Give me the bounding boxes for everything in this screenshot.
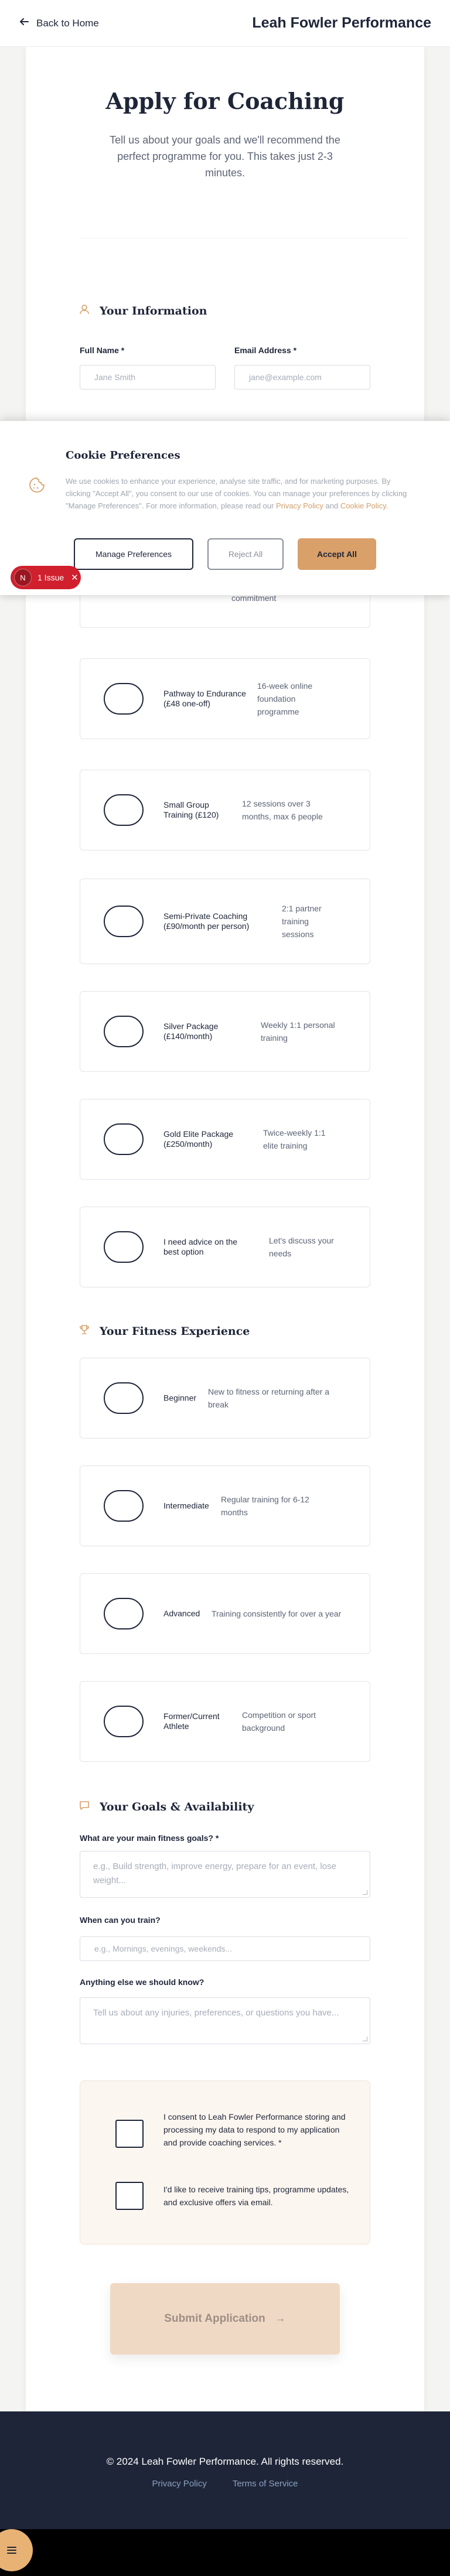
user-icon (79, 303, 90, 318)
programme-option[interactable]: Silver Package (£140/month) Weekly 1:1 p… (80, 991, 370, 1072)
programme-option[interactable]: Gold Elite Package (£250/month) Twice-we… (80, 1099, 370, 1180)
experience-name: Advanced (163, 1608, 200, 1618)
programme-desc: Weekly 1:1 personal training (261, 1020, 335, 1043)
section-your-information: Your Information (79, 303, 207, 318)
section-title-text: Your Goals & Availability (100, 1800, 254, 1813)
programme-name: Silver Package (£140/month) (163, 1021, 219, 1041)
cookie-body: We use cookies to enhance your experienc… (66, 475, 417, 512)
programme-desc: 16-week online foundation programme (257, 681, 313, 716)
data-consent-text: I consent to Leah Fowler Performance sto… (163, 2112, 346, 2147)
cookie-body-period: . (386, 501, 388, 510)
experience-desc: Training consistently for over a year (212, 1609, 342, 1618)
footer-links: Privacy Policy Terms of Service (0, 2479, 450, 2489)
issues-badge[interactable]: N 1 Issue ✕ (11, 566, 81, 589)
submit-label: Submit Application (164, 2312, 265, 2325)
cookie-body-and: and (323, 501, 340, 510)
experience-desc: Competition or sport background (242, 1710, 316, 1733)
chat-bubble-icon (79, 1799, 90, 1814)
email-input[interactable]: jane@example.com (234, 365, 370, 390)
trophy-icon (79, 1324, 90, 1338)
experience-radio[interactable] (104, 1598, 144, 1629)
programme-name: Pathway to Endurance (£48 one-off) (163, 689, 246, 708)
goals-textarea[interactable]: e.g., Build strength, improve energy, pr… (80, 1851, 370, 1898)
marketing-consent-checkbox[interactable] (115, 2182, 144, 2210)
arrow-right-icon: → (274, 2312, 286, 2325)
cookie-policy-link[interactable]: Cookie Policy (340, 501, 386, 510)
programme-option[interactable]: Pathway to Endurance (£48 one-off) 16-we… (80, 658, 370, 739)
data-consent-checkbox[interactable] (115, 2120, 144, 2148)
page-title: Apply for Coaching (105, 88, 345, 114)
top-nav: Back to Home Leah Fowler Performance (0, 0, 450, 47)
programme-name: Small Group Training (£120) (163, 800, 219, 819)
goals-placeholder: e.g., Build strength, improve energy, pr… (93, 1861, 336, 1885)
train-label: When can you train? (80, 1915, 161, 1925)
else-textarea[interactable]: Tell us about any injuries, preferences,… (80, 1997, 370, 2044)
resize-grip-icon[interactable] (363, 2037, 367, 2041)
page-intro: Tell us about your goals and we'll recom… (110, 134, 340, 179)
programme-radio[interactable] (104, 1231, 144, 1263)
full-name-input[interactable]: Jane Smith (80, 365, 216, 390)
back-to-home-link[interactable]: Back to Home (19, 16, 99, 30)
programme-radio[interactable] (104, 1123, 144, 1155)
next-logo-icon: N (14, 569, 32, 586)
cookie-icon (28, 476, 46, 494)
full-name-label: Full Name * (80, 346, 125, 355)
experience-radio[interactable] (104, 1706, 144, 1737)
programme-name: Semi-Private Coaching (£90/month per per… (163, 911, 250, 931)
experience-name: Former/Current Athlete (163, 1711, 220, 1731)
experience-name: Intermediate (163, 1501, 209, 1511)
programme-option[interactable]: Small Group Training (£120) 12 sessions … (80, 770, 370, 850)
programme-radio[interactable] (104, 794, 144, 826)
section-goals-availability: Your Goals & Availability (79, 1799, 254, 1814)
issues-count: 1 Issue (38, 573, 64, 582)
experience-option[interactable]: Beginner New to fitness or returning aft… (80, 1358, 370, 1439)
programme-desc: 12 sessions over 3 months, max 6 people (242, 799, 323, 821)
programme-name: I need advice on the best option (163, 1237, 238, 1256)
programme-name: Gold Elite Package (£250/month) (163, 1129, 234, 1149)
cookie-privacy-link[interactable]: Privacy Policy (276, 501, 323, 510)
programme-desc: Let's discuss your needs (269, 1236, 334, 1258)
back-to-home-label: Back to Home (36, 17, 99, 29)
section-title-text: Your Information (100, 304, 207, 317)
copyright: © 2024 Leah Fowler Performance. All righ… (106, 2456, 344, 2467)
experience-desc: Regular training for 6-12 months (221, 1495, 309, 1517)
bottom-bar (0, 2529, 450, 2576)
programme-option[interactable]: I need advice on the best option Let's d… (80, 1207, 370, 1287)
programme-desc: Twice-weekly 1:1 elite training (263, 1128, 326, 1150)
cookie-title: Cookie Preferences (66, 449, 180, 462)
experience-name: Beginner (163, 1393, 197, 1403)
programme-radio[interactable] (104, 906, 144, 937)
else-label: Anything else we should know? (80, 1977, 204, 1987)
programme-radio[interactable] (104, 1016, 144, 1047)
close-icon[interactable]: ✕ (71, 572, 79, 583)
experience-option[interactable]: Advanced Training consistently for over … (80, 1573, 370, 1654)
goals-label: What are your main fitness goals? * (80, 1833, 219, 1843)
train-input[interactable]: e.g., Mornings, evenings, weekends... (80, 1936, 370, 1961)
else-placeholder: Tell us about any injuries, preferences,… (93, 2008, 339, 2018)
programme-desc: 2:1 partner training sessions (282, 904, 322, 939)
marketing-consent-text: I'd like to receive training tips, progr… (163, 2185, 349, 2207)
site-footer: © 2024 Leah Fowler Performance. All righ… (0, 2411, 450, 2529)
experience-option[interactable]: Intermediate Regular training for 6-12 m… (80, 1465, 370, 1546)
section-fitness-experience: Your Fitness Experience (79, 1324, 250, 1338)
terms-of-service-link[interactable]: Terms of Service (233, 2479, 298, 2489)
reject-all-button[interactable]: Reject All (207, 538, 284, 570)
brand-name[interactable]: Leah Fowler Performance (252, 15, 431, 32)
experience-radio[interactable] (104, 1490, 144, 1522)
accept-all-button[interactable]: Accept All (298, 538, 376, 570)
arrow-left-icon (19, 16, 29, 30)
experience-radio[interactable] (104, 1382, 144, 1414)
privacy-policy-link[interactable]: Privacy Policy (152, 2479, 206, 2489)
programme-radio[interactable] (104, 683, 144, 715)
programme-option[interactable]: Semi-Private Coaching (£90/month per per… (80, 879, 370, 964)
experience-option[interactable]: Former/Current Athlete Competition or sp… (80, 1681, 370, 1762)
manage-preferences-button[interactable]: Manage Preferences (74, 538, 193, 570)
resize-grip-icon[interactable] (363, 1890, 367, 1895)
submit-application-button[interactable]: Submit Application → (110, 2283, 340, 2355)
experience-desc: New to fitness or returning after a brea… (208, 1387, 329, 1409)
section-title-text: Your Fitness Experience (100, 1324, 250, 1338)
consent-box: I consent to Leah Fowler Performance sto… (80, 2080, 370, 2244)
email-label: Email Address * (234, 346, 297, 355)
